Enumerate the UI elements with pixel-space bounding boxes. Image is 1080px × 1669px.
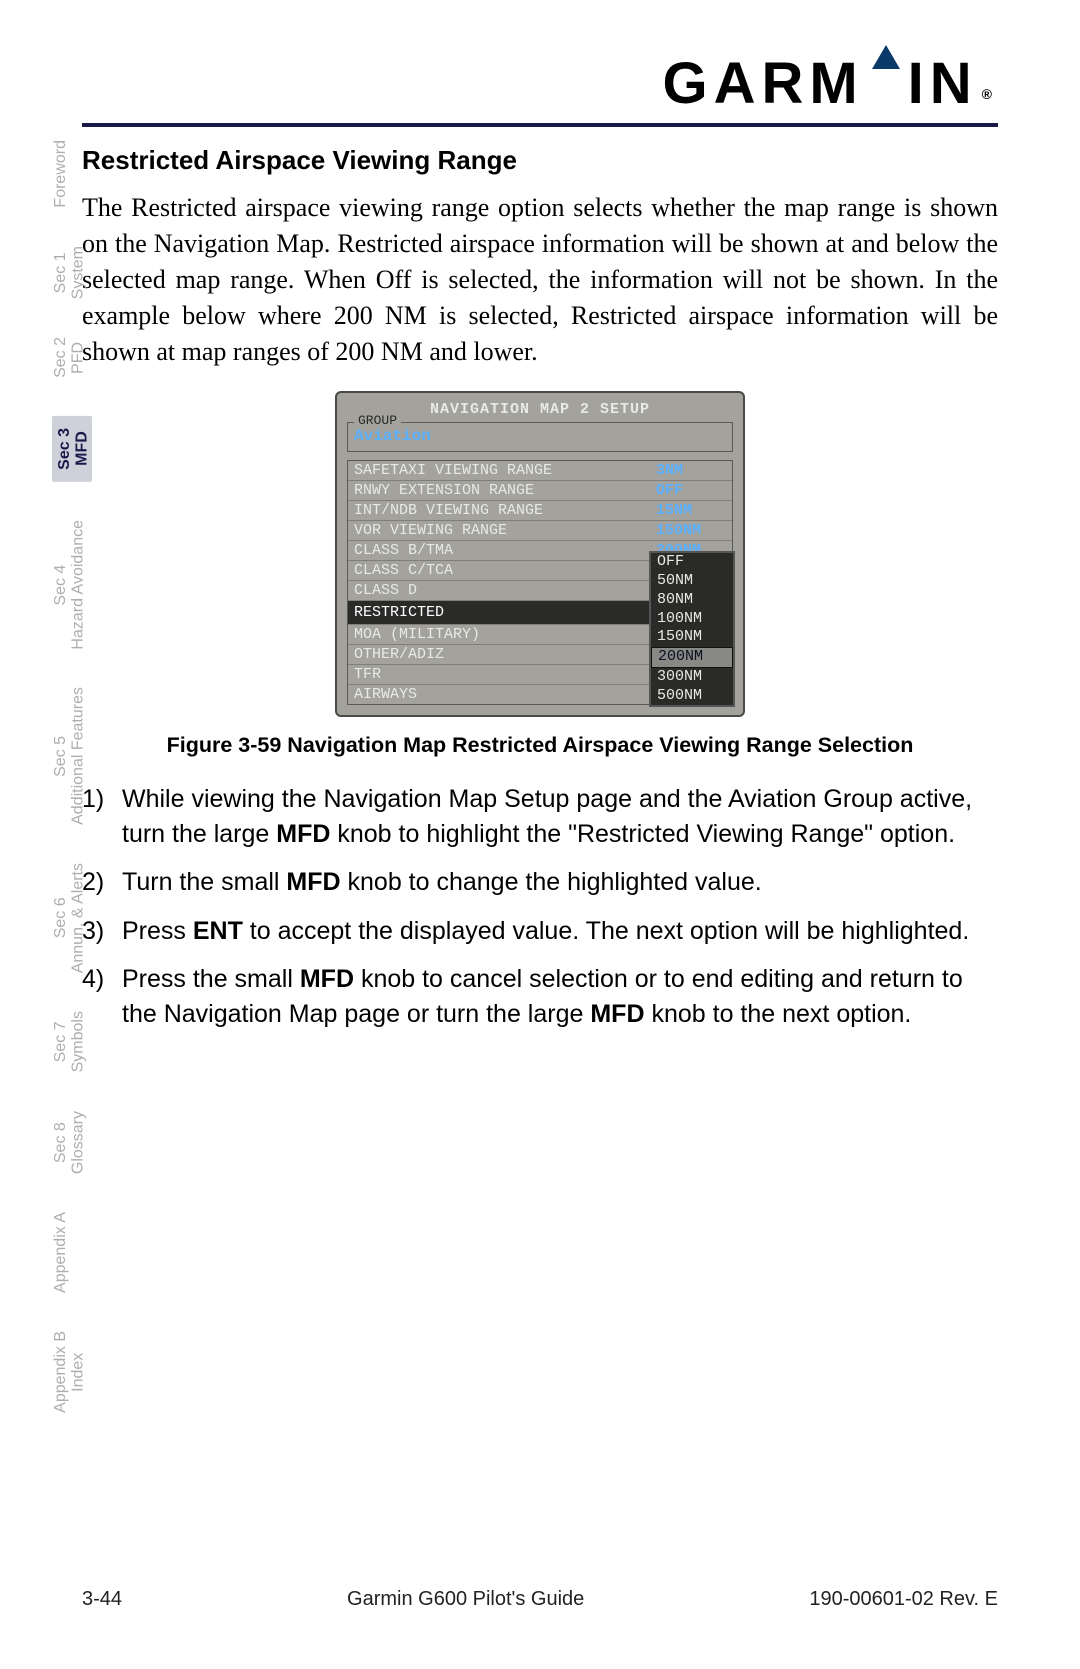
sidebar-sec-label: Sec 2 — [52, 337, 70, 378]
device-row-label: VOR VIEWING RANGE — [354, 522, 507, 539]
registered-mark: ® — [982, 86, 998, 102]
device-row-label: SAFETAXI VIEWING RANGE — [354, 462, 552, 479]
sidebar-sec-label: Sec 8 — [52, 1111, 70, 1174]
sidebar-tab-0[interactable]: Foreword — [52, 140, 92, 208]
sidebar-tab-6[interactable]: Sec 6Annun. & Alerts — [52, 863, 92, 973]
step-2: 2)Turn the small MFD knob to change the … — [82, 865, 998, 900]
sidebar-sub-label: Additional Features — [70, 687, 88, 825]
sidebar-sec-label: Sec 5 — [52, 687, 70, 825]
device-row-label: TFR — [354, 666, 381, 683]
dropdown-option-7[interactable]: 500NM — [651, 687, 733, 706]
garmin-logo: GARM IN® — [662, 50, 998, 117]
header-divider — [82, 123, 998, 127]
device-row-value: 150NM — [656, 522, 726, 539]
device-row-label: CLASS B/TMA — [354, 542, 453, 559]
device-row-value: 15NM — [656, 502, 726, 519]
device-row-1[interactable]: RNWY EXTENSION RANGE OFF — [348, 480, 732, 500]
group-value: Aviation — [354, 427, 431, 445]
sidebar-tab-8[interactable]: Sec 8Glossary — [52, 1111, 92, 1174]
device-row-label: RESTRICTED — [354, 604, 444, 621]
step-text: While viewing the Navigation Map Setup p… — [122, 782, 998, 851]
device-row-value: OFF — [656, 482, 726, 499]
step-1: 1)While viewing the Navigation Map Setup… — [82, 782, 998, 851]
step-text: Press ENT to accept the displayed value.… — [122, 914, 998, 949]
dropdown-option-3[interactable]: 100NM — [651, 610, 733, 629]
body-paragraph: The Restricted airspace viewing range op… — [82, 190, 998, 369]
dropdown-option-0[interactable]: OFF — [651, 553, 733, 572]
section-heading: Restricted Airspace Viewing Range — [82, 145, 998, 176]
step-text: Turn the small MFD knob to change the hi… — [122, 865, 998, 900]
footer-page-number: 3-44 — [82, 1588, 122, 1611]
device-row-3[interactable]: VOR VIEWING RANGE 150NM — [348, 520, 732, 540]
logo-triangle-icon — [872, 45, 900, 69]
page-footer: 3-44 Garmin G600 Pilot's Guide 190-00601… — [82, 1588, 998, 1611]
sidebar-tab-3[interactable]: Sec 3MFD — [52, 416, 92, 482]
sidebar-tab-4[interactable]: Sec 4Hazard Avoidance — [52, 520, 92, 650]
footer-doc-rev: 190-00601-02 Rev. E — [809, 1588, 998, 1611]
dropdown-option-4[interactable]: 150NM — [651, 628, 733, 647]
device-row-label: RNWY EXTENSION RANGE — [354, 482, 534, 499]
dropdown-option-2[interactable]: 80NM — [651, 591, 733, 610]
sidebar-sec-label: Sec 3 — [56, 428, 74, 470]
dropdown-option-1[interactable]: 50NM — [651, 572, 733, 591]
device-row-label: MOA (MILITARY) — [354, 626, 480, 643]
sidebar-sec-label: Appendix B — [52, 1331, 70, 1413]
device-row-0[interactable]: SAFETAXI VIEWING RANGE 3NM — [348, 461, 732, 480]
figure-caption: Figure 3-59 Navigation Map Restricted Ai… — [167, 733, 914, 758]
logo-text-part1: GARM — [662, 50, 863, 117]
device-row-label: INT/NDB VIEWING RANGE — [354, 502, 543, 519]
logo-text-part2: IN — [908, 50, 978, 117]
device-row-2[interactable]: INT/NDB VIEWING RANGE 15NM — [348, 500, 732, 520]
sidebar-tab-10[interactable]: Appendix BIndex — [52, 1331, 92, 1413]
range-dropdown[interactable]: OFF50NM80NM100NM150NM200NM300NM500NM — [649, 551, 735, 707]
dropdown-option-5[interactable]: 200NM — [651, 647, 733, 668]
sidebar-sec-label: Sec 6 — [52, 863, 70, 973]
group-box: GROUP Aviation — [347, 422, 733, 452]
sidebar-sub-label: Index — [70, 1331, 88, 1413]
device-title: NAVIGATION MAP 2 SETUP — [343, 401, 737, 418]
sidebar-sub-label: Symbols — [70, 1011, 88, 1072]
sidebar-sub-label: Appendix A — [52, 1212, 70, 1293]
sidebar-sec-label: Sec 4 — [52, 520, 70, 650]
footer-guide-title: Garmin G600 Pilot's Guide — [347, 1588, 584, 1611]
group-label: GROUP — [354, 413, 401, 428]
step-4: 4)Press the small MFD knob to cancel sel… — [82, 962, 998, 1031]
step-3: 3)Press ENT to accept the displayed valu… — [82, 914, 998, 949]
device-row-label: OTHER/ADIZ — [354, 646, 444, 663]
sidebar-tab-9[interactable]: Appendix A — [52, 1212, 92, 1293]
device-row-label: CLASS C/TCA — [354, 562, 453, 579]
sidebar-sub-label: Hazard Avoidance — [70, 520, 88, 650]
instruction-steps: 1)While viewing the Navigation Map Setup… — [82, 782, 998, 1031]
section-tabs-sidebar: Foreword Sec 1System Sec 2PFD Sec 3MFD Sec 4… — [52, 140, 92, 1413]
device-row-label: AIRWAYS — [354, 686, 417, 703]
sidebar-sub-label: PFD — [70, 337, 88, 378]
sidebar-sec-label: Sec 1 — [52, 246, 70, 299]
sidebar-tab-1[interactable]: Sec 1System — [52, 246, 92, 299]
sidebar-tab-2[interactable]: Sec 2PFD — [52, 337, 92, 378]
device-row-label: CLASS D — [354, 582, 417, 599]
dropdown-option-6[interactable]: 300NM — [651, 668, 733, 687]
sidebar-sub-label: Annun. & Alerts — [70, 863, 88, 973]
sidebar-sec-label: Sec 7 — [52, 1011, 70, 1072]
sidebar-tab-7[interactable]: Sec 7Symbols — [52, 1011, 92, 1072]
sidebar-sub-label: System — [70, 246, 88, 299]
sidebar-sub-label: Foreword — [52, 140, 70, 208]
device-row-value: 3NM — [656, 462, 726, 479]
sidebar-tab-5[interactable]: Sec 5Additional Features — [52, 687, 92, 825]
step-text: Press the small MFD knob to cancel selec… — [122, 962, 998, 1031]
sidebar-sub-label: Glossary — [70, 1111, 88, 1174]
sidebar-sub-label: MFD — [74, 428, 92, 470]
